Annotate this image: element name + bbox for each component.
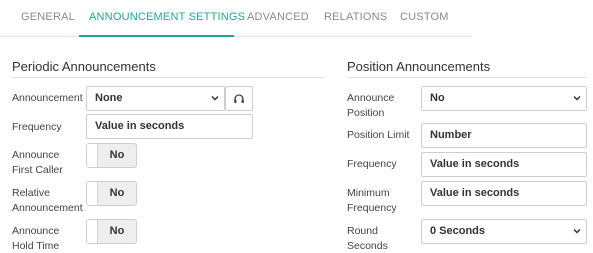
toggle-knob	[87, 182, 98, 205]
toggle-knob	[87, 144, 98, 167]
announce-position-select-value: No	[430, 92, 445, 104]
relative-announcement-label-line1: Relative	[12, 187, 50, 199]
relative-announcement-label-line2: Announcement	[12, 202, 83, 214]
tab-general[interactable]: GENERAL	[21, 11, 75, 23]
position-announcements-title: Position Announcements	[347, 59, 491, 74]
announce-first-caller-label: Announce First Caller	[12, 148, 63, 178]
announce-hold-time-label: Announce Hold Time	[12, 224, 59, 253]
chevron-down-icon	[573, 227, 581, 234]
announce-hold-time-toggle[interactable]: No	[86, 219, 137, 244]
announcement-select-value: None	[95, 92, 123, 104]
headset-icon	[234, 93, 244, 103]
announce-first-caller-toggle[interactable]: No	[86, 143, 137, 168]
tab-advanced[interactable]: ADVANCED	[247, 11, 309, 23]
periodic-announcements-title: Periodic Announcements	[12, 59, 156, 74]
toggle-state: No	[109, 225, 125, 237]
position-limit-input[interactable]: Number	[421, 123, 587, 148]
toggle-knob	[87, 220, 98, 243]
relative-announcement-toggle[interactable]: No	[86, 181, 137, 206]
minimum-frequency-label-line1: Minimum	[347, 187, 390, 199]
toggle-state: No	[109, 187, 125, 199]
round-seconds-label-line1: Round	[347, 225, 378, 237]
tab-announcement-settings[interactable]: ANNOUNCEMENT SETTINGS	[89, 11, 245, 23]
announce-first-caller-label-line2: First Caller	[12, 164, 63, 176]
frequency-input[interactable]: Value in seconds	[86, 114, 253, 139]
toggle-state: No	[109, 149, 125, 161]
round-seconds-select[interactable]: 0 Seconds	[421, 219, 587, 244]
tab-bar: GENERAL ANNOUNCEMENT SETTINGS ADVANCED R…	[0, 0, 472, 37]
minimum-frequency-input[interactable]: Value in seconds	[421, 181, 587, 206]
periodic-divider	[12, 77, 325, 78]
active-tab-indicator	[79, 35, 234, 37]
announce-hold-time-label-line1: Announce	[12, 225, 60, 237]
announce-position-label-line1: Announce	[347, 92, 395, 104]
announcement-label: Announcement	[12, 92, 83, 104]
relative-announcement-label: Relative Announcement	[12, 186, 83, 216]
round-seconds-label: Round Seconds	[347, 224, 388, 253]
announce-first-caller-label-line1: Announce	[12, 149, 60, 161]
round-seconds-label-line2: Seconds	[347, 240, 388, 252]
announce-hold-time-label-line2: Hold Time	[12, 240, 60, 252]
chevron-down-icon	[573, 94, 581, 101]
frequency-label: Frequency	[12, 121, 62, 133]
position-limit-label: Position Limit	[347, 129, 410, 141]
chevron-down-icon	[211, 94, 219, 101]
position-frequency-input[interactable]: Value in seconds	[421, 152, 587, 177]
position-divider	[347, 77, 587, 78]
announce-position-label-line2: Position	[347, 107, 385, 119]
minimum-frequency-label: Minimum Frequency	[347, 186, 397, 216]
announcement-play-button[interactable]	[225, 86, 253, 111]
position-frequency-label: Frequency	[347, 158, 397, 170]
minimum-frequency-label-line2: Frequency	[347, 202, 397, 214]
tab-custom[interactable]: CUSTOM	[400, 11, 449, 23]
announce-position-label: Announce Position	[347, 91, 394, 121]
tab-relations[interactable]: RELATIONS	[324, 11, 387, 23]
announce-position-select[interactable]: No	[421, 86, 587, 111]
announcement-select[interactable]: None	[86, 86, 225, 111]
round-seconds-select-value: 0 Seconds	[430, 225, 486, 237]
